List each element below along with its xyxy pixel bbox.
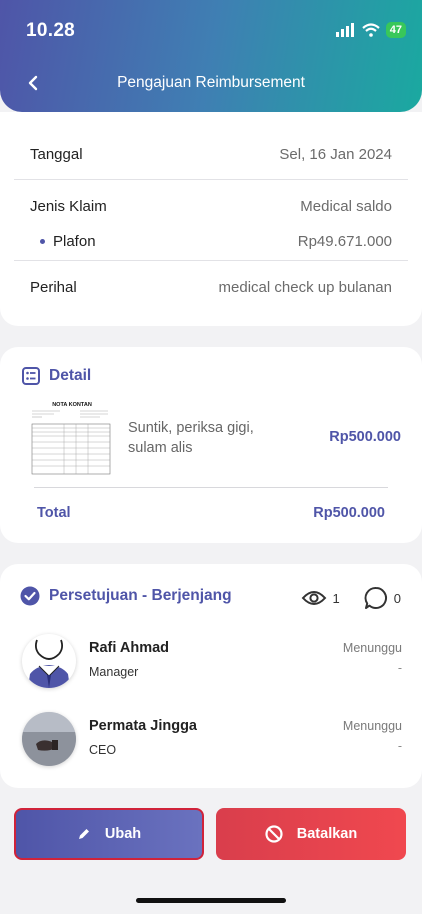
- approval-status: Menunggu: [342, 641, 402, 655]
- status-icons: 47: [335, 22, 406, 38]
- total-amount: Rp500.000: [313, 505, 385, 521]
- bullet-dot: [40, 238, 45, 244]
- detail-amount: Rp500.000: [329, 429, 401, 445]
- approval-counters: 1 0: [301, 586, 401, 610]
- wifi-icon: [362, 23, 380, 37]
- check-circle-icon: [20, 586, 40, 606]
- approval-section-title: Persetujuan - Berjenjang: [20, 586, 232, 606]
- edit-button-label: Ubah: [104, 826, 142, 842]
- edit-button[interactable]: Ubah: [14, 808, 204, 860]
- approval-title: Persetujuan - Berjenjang: [49, 587, 232, 604]
- page-title: Pengajuan Reimbursement: [117, 74, 305, 91]
- avatar: [22, 634, 76, 688]
- cancel-button-label: Batalkan: [296, 826, 358, 842]
- approver-role: CEO: [89, 743, 117, 757]
- receipt-image: NOTA KONTAN: [31, 402, 111, 475]
- cancel-button[interactable]: Batalkan: [216, 808, 406, 860]
- ban-icon: [265, 825, 283, 843]
- views-count: 1: [332, 590, 340, 606]
- tanggal-label: Tanggal: [30, 145, 83, 163]
- eye-icon[interactable]: [301, 589, 327, 607]
- tanggal-value: Sel, 16 Jan 2024: [279, 145, 392, 163]
- approval-note: -: [397, 661, 402, 675]
- jenis-klaim-value: Medical saldo: [300, 197, 392, 215]
- detail-section-title: Detail: [22, 367, 91, 385]
- approver-role: Manager: [89, 665, 139, 679]
- avatar-photo: [22, 712, 76, 766]
- approver-name: Rafi Ahmad: [89, 640, 170, 656]
- plafon-value: Rp49.671.000: [297, 232, 392, 250]
- pencil-icon: [78, 829, 89, 839]
- app-header: 10.28 47 Pengajuan Reimbursement: [0, 0, 422, 112]
- list-icon: [22, 367, 40, 385]
- detail-description: Suntik, periksa gigi, sulam alis: [128, 420, 254, 456]
- divider: [14, 260, 408, 261]
- jenis-klaim-row: Jenis Klaim Medical saldo: [14, 194, 408, 218]
- battery-icon: 47: [385, 22, 406, 38]
- receipt-thumbnail[interactable]: NOTA KONTAN: [30, 398, 114, 478]
- perihal-row: Perihal medical check up bulanan: [14, 275, 408, 299]
- receipt-heading: NOTA KONTAN: [52, 402, 92, 408]
- detail-title: Detail: [49, 367, 92, 384]
- jenis-klaim-label: Jenis Klaim: [30, 197, 107, 215]
- status-time: 10.28: [26, 20, 76, 41]
- approver-name: Permata Jingga: [89, 718, 197, 734]
- perihal-label: Perihal: [30, 278, 77, 296]
- home-indicator: [136, 898, 286, 903]
- plafon-label: Plafon: [14, 233, 96, 250]
- signal-icon: [335, 23, 354, 37]
- total-label: Total: [37, 505, 71, 521]
- divider: [14, 179, 408, 180]
- plafon-label-text: Plafon: [53, 232, 96, 250]
- comment-icon[interactable]: [364, 586, 388, 610]
- approval-status: Menunggu: [342, 719, 402, 733]
- tanggal-row: Tanggal Sel, 16 Jan 2024: [14, 142, 408, 166]
- approval-note: -: [397, 739, 402, 753]
- perihal-value: medical check up bulanan: [218, 278, 392, 296]
- plafon-row: Plafon Rp49.671.000: [14, 232, 408, 250]
- approver-item[interactable]: Rafi Ahmad Manager Menunggu -: [22, 634, 402, 688]
- approver-item[interactable]: Permata Jingga CEO Menunggu -: [22, 712, 402, 766]
- comments-count: 0: [393, 590, 401, 606]
- total-divider: [34, 487, 388, 488]
